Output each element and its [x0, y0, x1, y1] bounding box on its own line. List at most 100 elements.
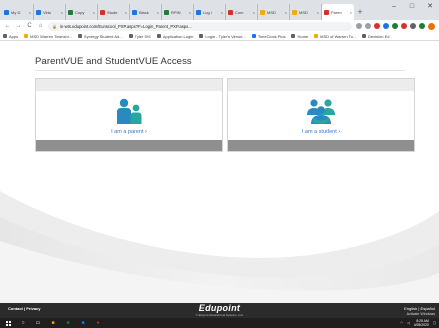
word-icon[interactable]: ■: [79, 320, 87, 326]
tab-label: RPIN: [171, 9, 181, 15]
bookmarks-bar: Apps MSD Warren Townshi... Synergy Student…: [0, 32, 439, 41]
extension-icon[interactable]: [365, 23, 371, 29]
chrome-icon[interactable]: ●: [94, 320, 102, 326]
bookmark-label: Home: [297, 33, 309, 39]
star-icon[interactable]: [356, 23, 362, 29]
tab-label: My D: [11, 9, 21, 15]
footer-separator: |: [418, 306, 420, 311]
bookmark-item[interactable]: MSD of Warren To...: [314, 34, 356, 39]
tab-close-icon[interactable]: ×: [285, 10, 287, 15]
window-controls: – □ ✕: [385, 0, 439, 14]
clock[interactable]: 8:25 AM 4/28/2020: [414, 319, 429, 327]
tab-label: Com: [235, 9, 244, 15]
minimize-button[interactable]: –: [385, 0, 403, 14]
address-bar[interactable]: 🔒 in-wts.edupoint.com/Eunscool_PXP.aspx?…: [48, 21, 352, 31]
card-header: [36, 79, 222, 91]
extension-icon[interactable]: [401, 23, 407, 29]
tab-label: Copy: [75, 9, 85, 15]
home-button[interactable]: ⌂: [37, 23, 44, 29]
extension-icon[interactable]: [383, 23, 389, 29]
bookmark-label: Apps: [9, 33, 19, 39]
bookmark-item[interactable]: Login - Tyler's Venue...: [199, 34, 246, 39]
bookmark-item[interactable]: Tyler SIS: [128, 34, 151, 39]
student-link[interactable]: I am a student ›: [228, 129, 414, 135]
bookmark-label: Synergy Student Ad...: [83, 33, 123, 39]
new-tab-button[interactable]: +: [354, 4, 366, 20]
search-icon[interactable]: ○: [19, 320, 27, 326]
bookmark-item[interactable]: Synergy Student Ad...: [77, 33, 123, 39]
network-icon[interactable]: ◠: [400, 321, 403, 325]
reload-button[interactable]: C: [26, 23, 33, 29]
page-title: ParentVUE and StudentVUE Access: [35, 56, 192, 67]
browser-tab[interactable]: MSD ×: [290, 4, 322, 20]
tab-close-icon[interactable]: ×: [350, 10, 352, 15]
extension-icon[interactable]: [374, 23, 380, 29]
tab-favicon-icon: [292, 9, 297, 15]
tab-close-icon[interactable]: ×: [125, 10, 127, 15]
windows-start-icon[interactable]: [4, 320, 12, 326]
bookmark-item[interactable]: Decision Ed: [362, 34, 390, 39]
tab-favicon-icon: [324, 9, 329, 15]
browser-tab[interactable]: My D ×: [2, 4, 34, 20]
bookmark-item[interactable]: Apps: [3, 34, 18, 39]
parent-access-card[interactable]: I am a parent ›: [35, 78, 223, 152]
tab-label: Stude: [107, 9, 118, 15]
tab-label: Paren: [331, 9, 342, 15]
bookmark-item[interactable]: TimeClock Plus: [251, 34, 285, 39]
tab-label: Black: [139, 9, 149, 15]
bookmark-item[interactable]: MSD Warren Townshi...: [24, 34, 72, 39]
title-divider: [35, 70, 405, 71]
extension-icon[interactable]: [419, 23, 425, 29]
browser-tab-strip: My D × Virtu × Copy × Stude × Black × RPIN × Log i × C…: [0, 0, 439, 20]
bookmark-icon: [199, 34, 204, 38]
screen: My D × Virtu × Copy × Stude × Black × RPIN × Log i × C…: [0, 0, 439, 328]
browser-tab[interactable]: Paren ×: [322, 4, 354, 20]
bookmark-label: Login - Tyler's Venue...: [205, 33, 246, 39]
bookmark-item[interactable]: Application Login: [156, 34, 193, 39]
excel-icon[interactable]: ■: [64, 320, 72, 326]
forward-button[interactable]: →: [15, 23, 22, 29]
task-view-icon[interactable]: ▭: [34, 320, 42, 326]
tab-close-icon[interactable]: ×: [93, 10, 95, 15]
english-link[interactable]: English: [404, 306, 417, 311]
tab-close-icon[interactable]: ×: [189, 10, 191, 15]
chevron-right-icon: ›: [338, 129, 341, 135]
browser-tab[interactable]: Log i ×: [194, 4, 226, 20]
espanol-link[interactable]: Español: [421, 306, 435, 311]
students-icon: [307, 99, 335, 124]
bookmark-icon: [362, 34, 367, 38]
tab-label: Log i: [203, 9, 212, 15]
profile-avatar[interactable]: [428, 22, 435, 30]
notifications-icon[interactable]: ▢: [433, 321, 436, 325]
student-access-card[interactable]: I am a student ›: [227, 78, 415, 152]
file-explorer-icon[interactable]: ■: [49, 320, 57, 326]
tab-close-icon[interactable]: ×: [61, 10, 63, 15]
browser-tab[interactable]: Black ×: [130, 4, 162, 20]
parent-link[interactable]: I am a parent ›: [36, 129, 222, 135]
bookmark-item[interactable]: Home: [291, 34, 308, 39]
bookmark-icon: [156, 34, 161, 38]
tab-close-icon[interactable]: ×: [253, 10, 255, 15]
tab-close-icon[interactable]: ×: [157, 10, 159, 15]
browser-tab[interactable]: RPIN ×: [162, 4, 194, 20]
edupoint-logo: Edupoint: [198, 303, 241, 313]
back-button[interactable]: ←: [4, 23, 11, 29]
tab-label: Virtu: [43, 9, 52, 15]
tab-close-icon[interactable]: ×: [29, 10, 31, 15]
tab-close-icon[interactable]: ×: [317, 10, 319, 15]
tab-label: MSD: [267, 9, 276, 15]
site-footer: Contact | Privacy Edupoint © Edupoint Ed…: [0, 303, 439, 318]
close-window-button[interactable]: ✕: [421, 0, 439, 14]
bookmark-icon: [128, 34, 133, 38]
maximize-button[interactable]: □: [403, 0, 421, 14]
browser-tab[interactable]: Stude ×: [98, 4, 130, 20]
browser-tab[interactable]: Copy ×: [66, 4, 98, 20]
windows-activation-notice: Activate Windows: [407, 312, 435, 316]
browser-tab[interactable]: Virtu ×: [34, 4, 66, 20]
tab-close-icon[interactable]: ×: [221, 10, 223, 15]
volume-icon[interactable]: ◁: [407, 321, 410, 325]
extension-icon[interactable]: [410, 23, 416, 29]
browser-tab[interactable]: Com ×: [226, 4, 258, 20]
browser-tab[interactable]: MSD ×: [258, 4, 290, 20]
extension-icon[interactable]: [392, 23, 398, 29]
